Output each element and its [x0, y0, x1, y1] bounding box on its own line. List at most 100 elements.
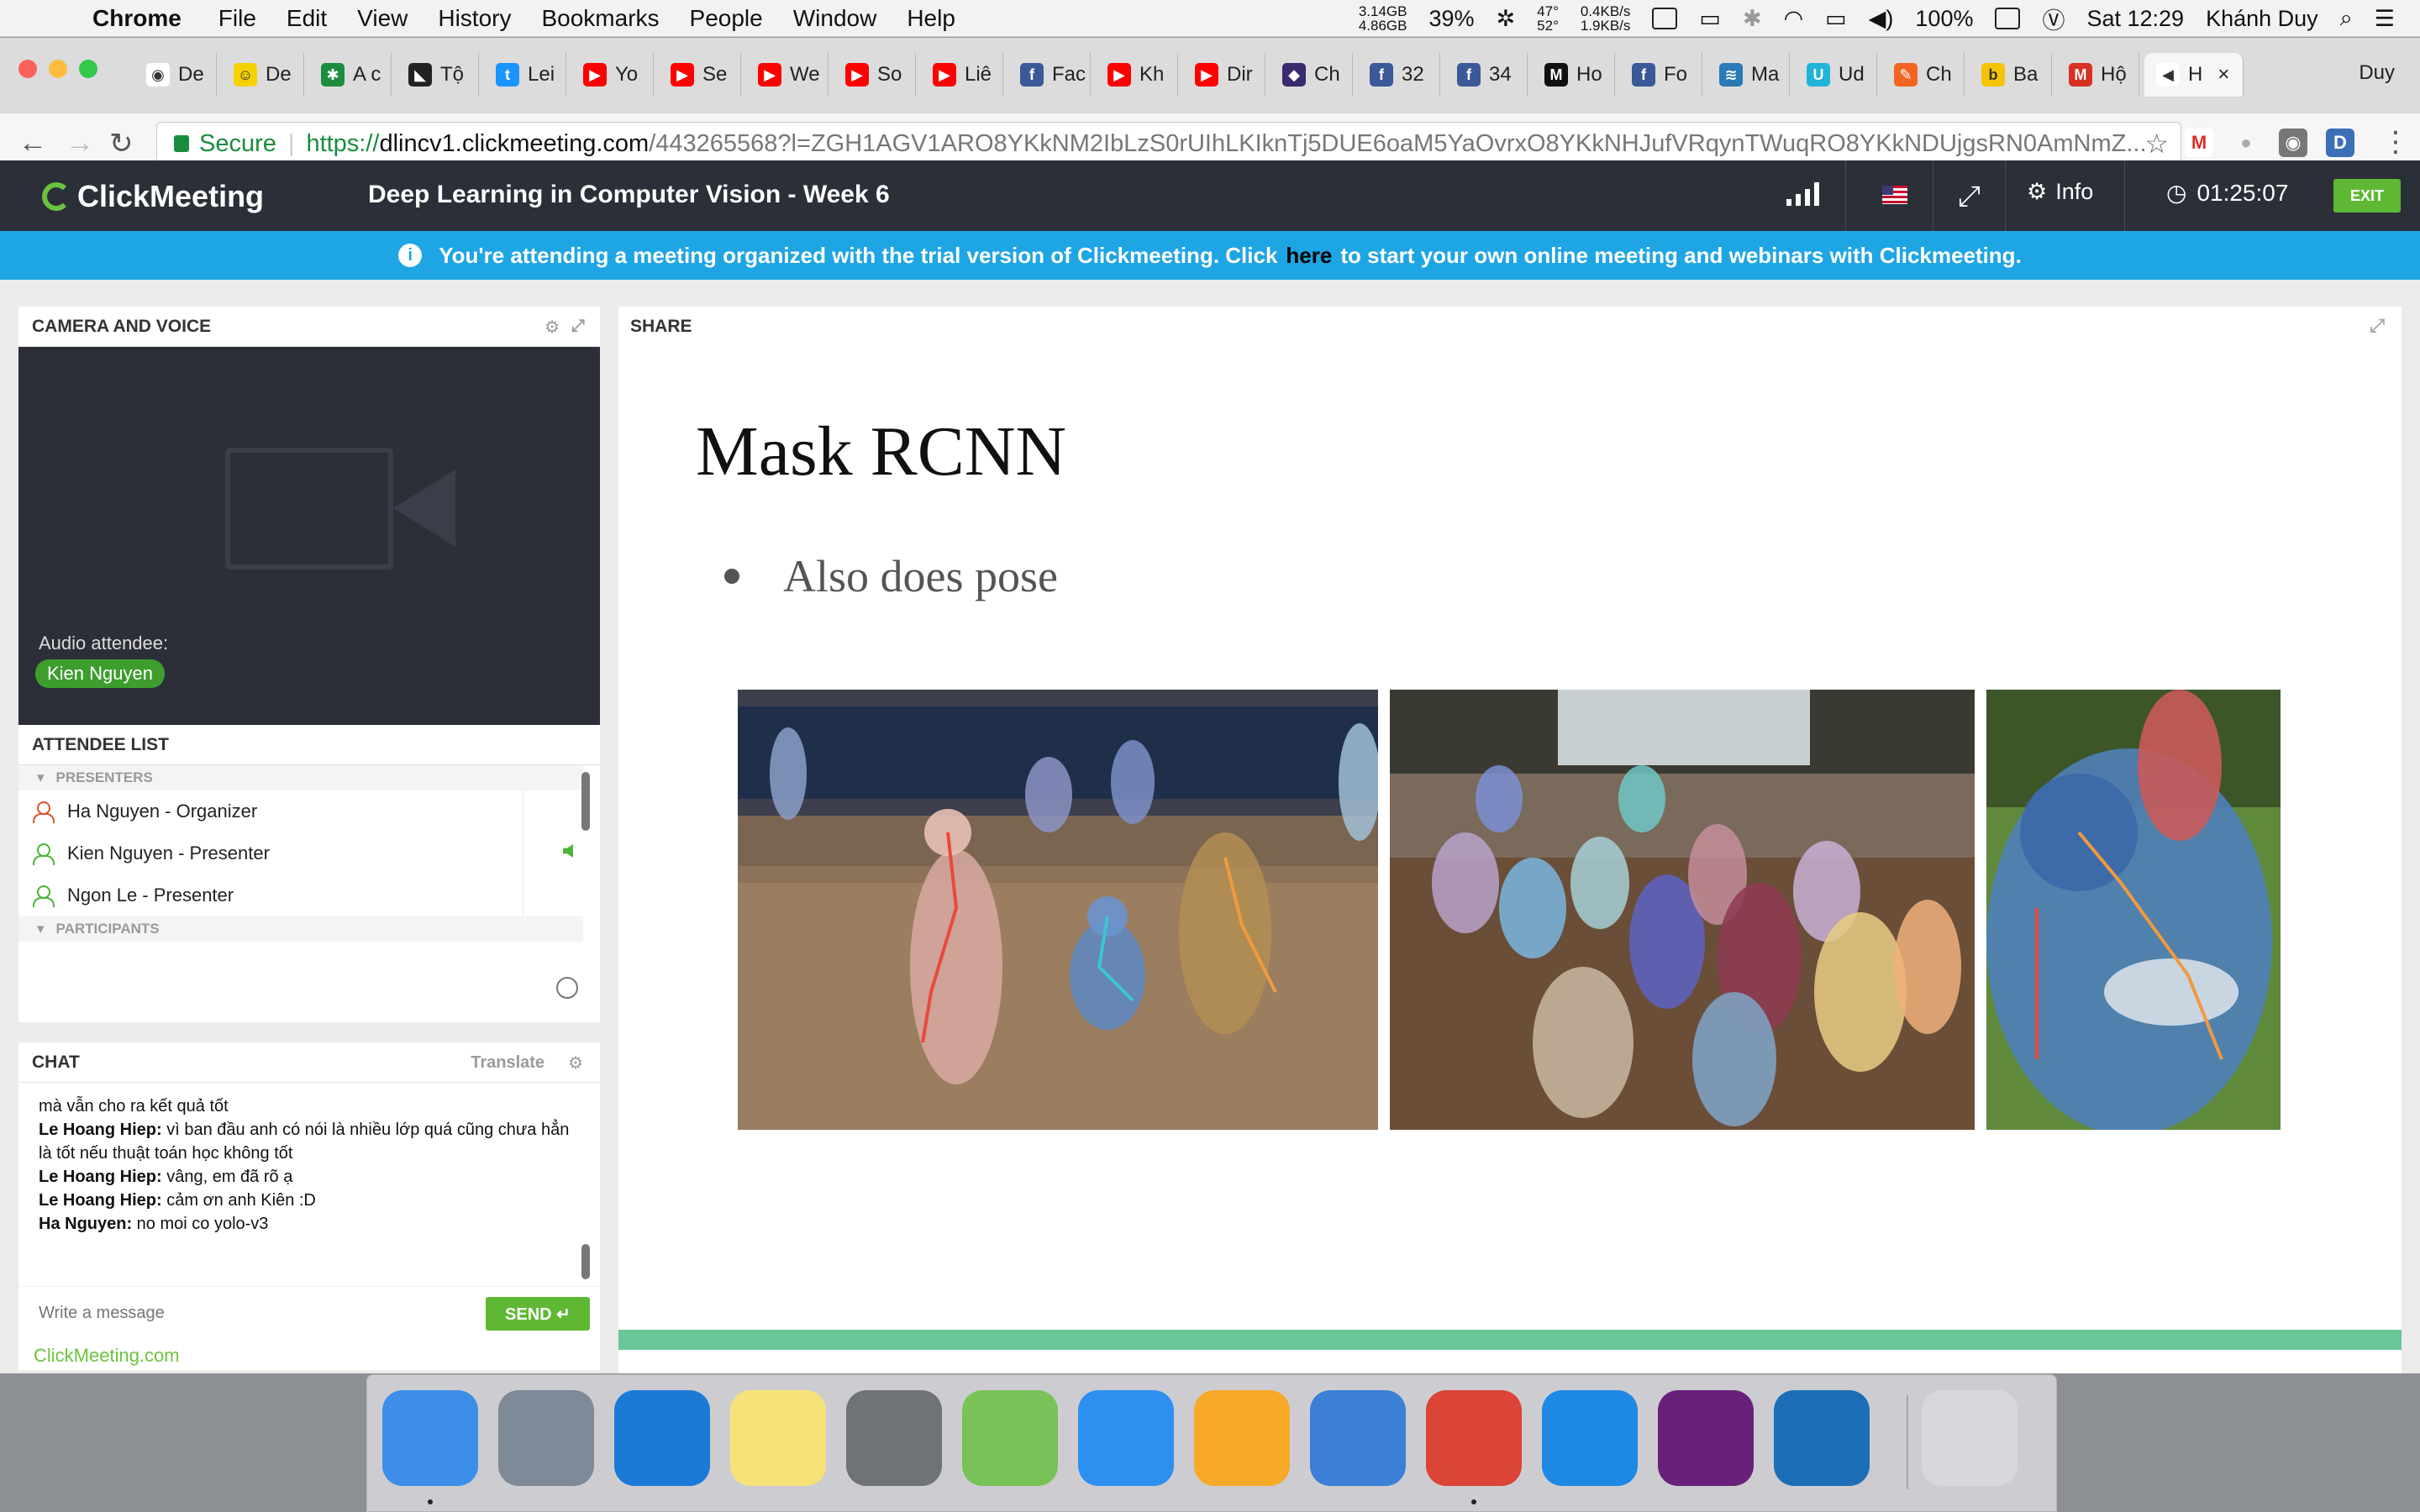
lock-icon[interactable] — [174, 135, 189, 152]
browser-tab[interactable]: U Ud — [1795, 53, 1877, 97]
visual-studio-icon[interactable] — [1658, 1390, 1754, 1486]
back-icon[interactable]: ← — [18, 127, 47, 160]
browser-tab[interactable]: ✎ Ch — [1882, 53, 1965, 97]
participants-section-toggle[interactable]: ▾ PARTICIPANTS — [18, 916, 583, 942]
battery-percent[interactable]: 100% — [1915, 6, 1973, 32]
reload-icon[interactable]: ↻ — [109, 127, 134, 160]
chat-scrollbar[interactable] — [581, 1244, 590, 1279]
input-source-icon[interactable]: Ⓥ — [2042, 3, 2065, 35]
bookmark-star-icon[interactable]: ☆ — [2144, 128, 2169, 160]
finder-icon[interactable] — [382, 1390, 478, 1486]
expand-icon[interactable]: ⤢ — [2370, 315, 2385, 337]
launchpad-icon[interactable] — [498, 1390, 594, 1486]
browser-tab[interactable]: ◣ Tộ — [397, 53, 479, 97]
bluetooth-icon[interactable]: ✱ — [1743, 6, 1762, 32]
itunes-icon[interactable] — [614, 1390, 710, 1486]
menu-window[interactable]: Window — [793, 5, 877, 32]
menu-edit[interactable]: Edit — [287, 5, 327, 32]
extension-dot-icon[interactable]: ● — [2232, 129, 2260, 157]
exit-button[interactable]: EXIT — [2333, 179, 2401, 213]
browser-tab[interactable]: ◆ Ch — [1270, 53, 1353, 97]
attendee-row[interactable]: Kien Nguyen - Presenter — [18, 832, 583, 874]
airplay-display-icon[interactable]: ▭ — [1699, 6, 1721, 32]
browser-tab[interactable]: M Ho — [1533, 53, 1615, 97]
presenters-section-toggle[interactable]: ▾ PRESENTERS — [18, 765, 583, 790]
emoji-icon[interactable] — [556, 977, 578, 999]
spotlight-search-icon[interactable]: ⌕ — [2340, 5, 2353, 32]
close-tab-icon[interactable]: × — [2217, 63, 2229, 87]
menu-view[interactable]: View — [357, 5, 408, 32]
menu-app-name[interactable]: Chrome — [92, 5, 182, 32]
browser-tab[interactable]: ≋ Ma — [1707, 53, 1790, 97]
chat-message-input[interactable] — [39, 1304, 459, 1323]
banner-here-link[interactable]: here — [1286, 243, 1332, 269]
info-button[interactable]: ⚙ Info — [2027, 179, 2093, 205]
memory-readout[interactable]: 3.14GB 4.86GB — [1359, 4, 1407, 33]
sketch-icon[interactable] — [1194, 1390, 1290, 1486]
profile-button[interactable]: Duy — [2359, 61, 2395, 85]
browser-tab[interactable]: ▶ Se — [659, 53, 741, 97]
cpu-readout[interactable]: 39% — [1428, 6, 1474, 32]
airplay-icon[interactable]: ▭ — [1825, 6, 1847, 32]
clock[interactable]: Sat 12:29 — [2086, 6, 2184, 32]
powered-by-link[interactable]: ClickMeeting.com — [34, 1345, 180, 1367]
browser-tab[interactable]: b Ba — [1970, 53, 2052, 97]
browser-tab[interactable]: ▶ Liê — [921, 53, 1003, 97]
attendee-row[interactable]: Ngon Le - Presenter — [18, 874, 583, 916]
browser-tab[interactable]: M Hộ — [2057, 53, 2139, 97]
system-preferences-icon[interactable] — [846, 1390, 942, 1486]
zoom-window-button[interactable] — [79, 60, 97, 78]
android-studio-icon[interactable] — [962, 1390, 1058, 1486]
d-extension-icon[interactable]: D — [2326, 129, 2354, 157]
menu-help[interactable]: Help — [907, 5, 955, 32]
translate-button[interactable]: Translate — [471, 1053, 544, 1073]
browser-tab[interactable]: ✱ A c — [309, 53, 392, 97]
chrome-icon[interactable] — [1426, 1390, 1522, 1486]
browser-tab[interactable]: f Fo — [1620, 53, 1702, 97]
battery-icon[interactable] — [1995, 8, 2021, 29]
close-window-button[interactable] — [18, 60, 37, 78]
disk-icon[interactable] — [1652, 8, 1678, 29]
forward-icon[interactable]: → — [66, 127, 94, 160]
browser-tab[interactable]: ▶ So — [834, 53, 916, 97]
user-name[interactable]: Khánh Duy — [2206, 6, 2318, 32]
gmail-extension-icon[interactable]: M — [2185, 129, 2213, 157]
menu-people[interactable]: People — [690, 5, 763, 32]
app-store-icon[interactable] — [1078, 1390, 1174, 1486]
settings-icon[interactable]: ⚙ — [544, 317, 560, 338]
trash-icon[interactable] — [1922, 1390, 2018, 1486]
language-flag-icon[interactable] — [1882, 186, 1907, 204]
browser-tab[interactable]: ▶ Yo — [571, 53, 654, 97]
lightbulb-extension-icon[interactable]: ◉ — [2279, 129, 2307, 157]
chrome-menu-icon[interactable]: ⋮ — [2381, 125, 2410, 159]
browser-tab[interactable]: ▶ We — [746, 53, 829, 97]
menu-file[interactable]: File — [218, 5, 256, 32]
signal-strength-icon[interactable] — [1786, 181, 1819, 206]
wifi-icon[interactable]: ◠ — [1784, 6, 1804, 32]
expand-icon[interactable]: ⤢ — [571, 317, 585, 338]
notes-icon[interactable] — [730, 1390, 826, 1486]
browser-tab[interactable]: t Lei — [484, 53, 566, 97]
vscode-icon[interactable] — [1774, 1390, 1870, 1486]
volume-icon[interactable]: ◀) — [1869, 6, 1894, 32]
fullscreen-icon[interactable]: ⤢ — [1958, 181, 1981, 213]
browser-tab[interactable]: ◉ De — [134, 53, 217, 97]
notification-center-icon[interactable]: ☰ — [2375, 6, 2395, 32]
browser-tab[interactable]: ▶ Kh — [1096, 53, 1178, 97]
menu-bookmarks[interactable]: Bookmarks — [541, 5, 659, 32]
chat-settings-icon[interactable]: ⚙ — [568, 1053, 583, 1074]
attendee-scrollbar[interactable] — [581, 772, 590, 831]
minimize-window-button[interactable] — [49, 60, 67, 78]
browser-tab[interactable]: ▶ Dir — [1183, 53, 1265, 97]
browser-tab[interactable]: f 32 — [1358, 53, 1440, 97]
browser-tab[interactable]: ☺ De — [222, 53, 304, 97]
browser-tab[interactable]: ◀ H × — [2144, 53, 2244, 97]
temperature-readout[interactable]: 47° 52° — [1537, 4, 1559, 33]
vmware-icon[interactable] — [1310, 1390, 1406, 1486]
send-button[interactable]: SEND ↵ — [486, 1297, 590, 1331]
address-bar[interactable]: Secure | https:// dlincv1.clickmeeting.c… — [156, 122, 2181, 165]
network-readout[interactable]: 0.4KB/s 1.9KB/s — [1581, 4, 1631, 33]
keyhole-icon[interactable] — [1542, 1390, 1638, 1486]
menu-history[interactable]: History — [438, 5, 511, 32]
attendee-row[interactable]: Ha Nguyen - Organizer — [18, 790, 583, 832]
